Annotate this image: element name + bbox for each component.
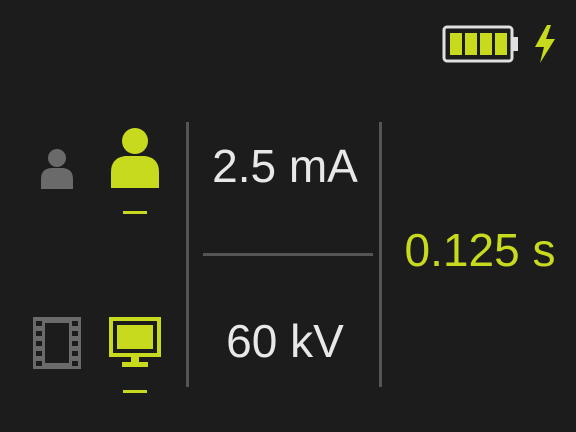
battery-full-icon [442,25,518,63]
exposure-time-value[interactable]: 0.125 s [385,227,575,273]
tube-current-value[interactable]: 2.5 mA [190,143,380,189]
lightning-bolt-icon [535,25,555,63]
monitor-icon[interactable] [109,317,161,369]
exposure-settings-screen: 2.5 mA 60 kV 0.125 s [0,0,576,432]
small-person-icon[interactable] [38,147,76,191]
film-icon[interactable] [33,317,81,369]
left-divider [186,122,189,387]
middle-divider [203,253,373,256]
selected-patient-indicator [123,211,147,214]
selected-receptor-indicator [123,390,147,393]
tube-voltage-value[interactable]: 60 kV [190,318,380,364]
adult-person-icon[interactable] [108,126,162,190]
